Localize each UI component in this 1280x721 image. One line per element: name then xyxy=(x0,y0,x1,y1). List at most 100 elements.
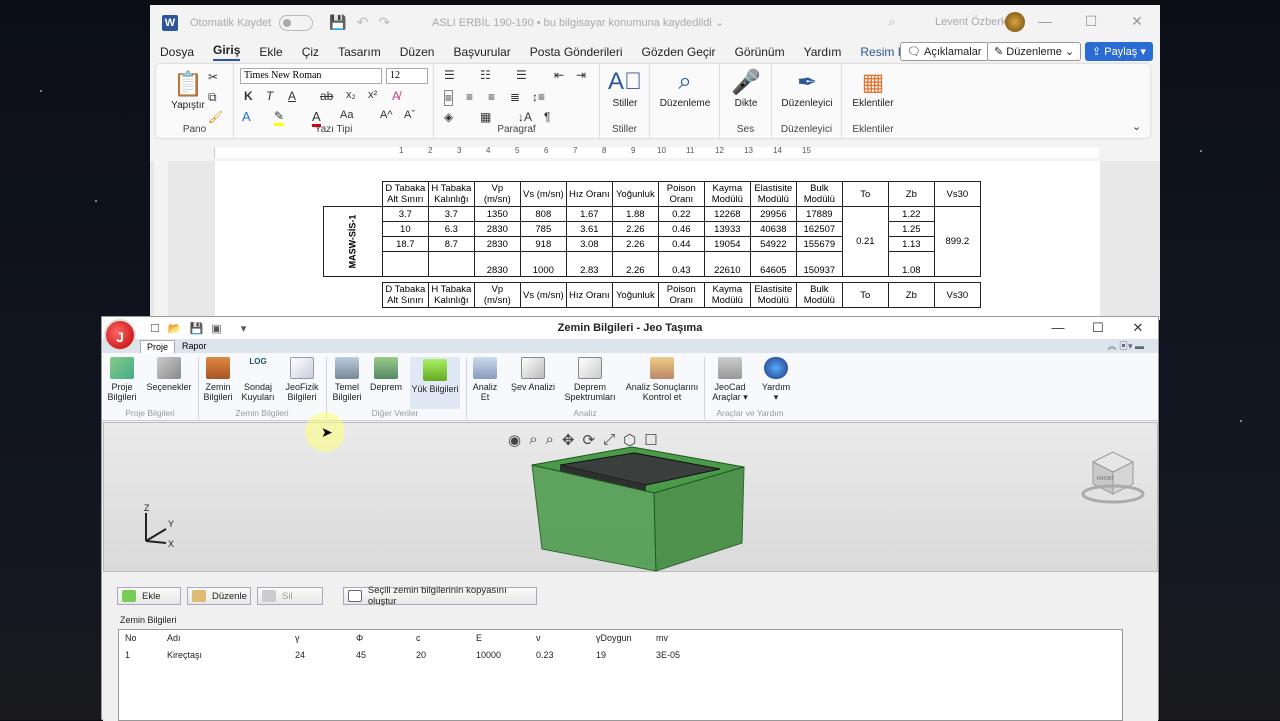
show-marks-icon[interactable]: ¶ xyxy=(544,110,550,124)
grid-col-header[interactable]: c xyxy=(416,633,421,643)
grid-col-header[interactable]: mv xyxy=(656,633,668,643)
menu-dosya[interactable]: Dosya xyxy=(160,45,194,59)
proje-bilgileri-button[interactable]: Proje Bilgileri xyxy=(106,357,138,402)
menu-giris[interactable]: Giriş xyxy=(213,43,241,61)
copy-icon[interactable]: ⧉ xyxy=(208,90,217,105)
justify-icon[interactable]: ≣ xyxy=(510,90,520,104)
menu-ekle[interactable]: Ekle xyxy=(259,45,282,59)
copy-soil-button[interactable]: Seçili zemin bilgilerinin kopyasını oluş… xyxy=(343,585,537,607)
search-icon[interactable]: ⌕ xyxy=(888,14,895,30)
numbering-icon[interactable]: ☷ xyxy=(480,68,491,82)
bold-icon[interactable]: K xyxy=(244,89,253,103)
styles-button[interactable]: A⃥ Stiller xyxy=(595,68,655,109)
temel-bilgileri-button[interactable]: Temel Bilgileri xyxy=(330,357,364,402)
editing-button[interactable]: ⌕ Düzenleme xyxy=(655,68,715,109)
shading-icon[interactable]: ◈ xyxy=(444,110,453,124)
align-right-icon[interactable]: ≡ xyxy=(488,90,495,104)
jeofizik-bilgileri-button[interactable]: JeoFizik Bilgileri xyxy=(282,357,322,402)
dictate-button[interactable]: 🎤 Dikte xyxy=(716,68,776,109)
menu-ciz[interactable]: Çiz xyxy=(302,45,319,59)
sondaj-kuyulari-button[interactable]: LOG Sondaj Kuyuları xyxy=(240,357,276,402)
line-spacing-icon[interactable]: ↕≡ xyxy=(532,90,545,104)
align-left-icon[interactable]: ≡ xyxy=(444,90,454,106)
document-page[interactable]: D Tabaka Alt Sınırı H Tabaka Kalınlığı V… xyxy=(215,161,1100,320)
subscript-icon[interactable]: x₂ xyxy=(346,89,356,101)
shrink-font-icon[interactable]: Aˇ xyxy=(404,109,415,121)
minimize-icon[interactable]: — xyxy=(1022,13,1068,30)
grid-col-header[interactable]: Adı xyxy=(167,633,181,643)
editing-mode-button[interactable]: ✎ Düzenleme ⌄ xyxy=(987,42,1082,61)
yuk-bilgileri-button[interactable]: Yük Bilgileri xyxy=(410,357,460,409)
menu-gozden-gecir[interactable]: Gözden Geçir xyxy=(642,45,716,59)
add-button[interactable]: Ekle xyxy=(117,587,181,605)
maximize-icon[interactable]: ☐ xyxy=(1078,320,1118,336)
increase-indent-icon[interactable]: ⇥ xyxy=(576,68,586,82)
menu-basvurular[interactable]: Başvurular xyxy=(453,45,510,59)
change-case-icon[interactable]: Aa xyxy=(340,109,353,121)
clear-format-icon[interactable]: A̸ xyxy=(392,89,400,103)
analiz-et-button[interactable]: Analiz Et xyxy=(470,357,500,402)
underline-icon[interactable]: A xyxy=(288,89,296,103)
grid-col-header[interactable]: γDoygun xyxy=(596,633,632,643)
close-icon[interactable]: ✕ xyxy=(1114,13,1160,30)
text-effects-icon[interactable]: A xyxy=(242,109,251,124)
table-cell: 6.3 xyxy=(427,221,475,237)
cut-icon[interactable]: ✂ xyxy=(208,70,218,84)
grow-font-icon[interactable]: A^ xyxy=(380,109,393,121)
zemin-bilgileri-button[interactable]: Zemin Bilgileri xyxy=(202,357,234,402)
grid-col-header[interactable]: No xyxy=(125,633,137,643)
menu-posta[interactable]: Posta Gönderileri xyxy=(530,45,623,59)
menu-yardim[interactable]: Yardım xyxy=(804,45,842,59)
grid-col-header[interactable]: ν xyxy=(536,633,541,643)
document-title[interactable]: ASLI ERBİL 190-190 • bu bilgisayar konum… xyxy=(432,16,724,29)
analiz-sonuclari-kontrol-button[interactable]: Analiz Sonuçlarını Kontrol et xyxy=(624,357,700,402)
menu-duzen[interactable]: Düzen xyxy=(400,45,435,59)
borders-icon[interactable]: ▦ xyxy=(480,110,491,124)
jeocad-araclar-button[interactable]: JeoCad Araçlar ▾ xyxy=(708,357,752,402)
align-center-icon[interactable]: ≡ xyxy=(466,90,473,104)
strikethrough-icon[interactable]: ab xyxy=(320,89,333,103)
grid-col-header[interactable]: E xyxy=(476,633,482,643)
deprem-spektrumlari-button[interactable]: Deprem Spektrumları xyxy=(562,357,618,402)
tab-rapor[interactable]: Rapor xyxy=(176,340,213,352)
editor-button[interactable]: ✒ Düzenleyici xyxy=(777,68,837,109)
ribbon-separator xyxy=(326,357,327,419)
yardim-button[interactable]: Yardım ▾ xyxy=(756,357,796,402)
user-name[interactable]: Levent Özberk xyxy=(935,16,1007,28)
autosave-toggle[interactable] xyxy=(279,14,314,31)
navigation-cube[interactable]: FRONT xyxy=(1081,448,1145,508)
minimize-icon[interactable]: — xyxy=(1038,320,1078,336)
italic-icon[interactable]: T xyxy=(266,89,273,103)
addins-button[interactable]: ▦ Eklentiler xyxy=(843,68,903,109)
secenekler-button[interactable]: Seçenekler xyxy=(144,357,194,392)
sort-icon[interactable]: ↓A xyxy=(518,110,532,124)
format-painter-icon[interactable]: 🖌 xyxy=(208,110,223,124)
sev-analizi-button[interactable]: Şev Analizi xyxy=(508,357,558,392)
close-icon[interactable]: ✕ xyxy=(1118,320,1158,336)
maximize-icon[interactable]: ☐ xyxy=(1068,13,1114,30)
table-row[interactable]: 1 Kireçtaşı 24 45 20 10000 0.23 19 3E-05 xyxy=(119,647,1122,663)
delete-button[interactable]: Sil xyxy=(257,587,323,605)
tab-proje[interactable]: Proje xyxy=(140,340,176,353)
decrease-indent-icon[interactable]: ⇤ xyxy=(554,68,564,82)
eye-icon[interactable]: ◉ xyxy=(508,431,521,449)
collapse-ribbon-icon[interactable]: ⌄ xyxy=(1132,120,1141,133)
grid-col-header[interactable]: Φ xyxy=(356,633,363,643)
menu-gorunum[interactable]: Görünüm xyxy=(735,45,785,59)
jeo-app-logo-icon[interactable]: J xyxy=(104,319,136,351)
find-icon: ⌕ xyxy=(678,68,692,95)
3d-viewport[interactable]: ◉ ⌕ ⌕ ✥ ⟳ ⤢ ⬡ ☐ FRONT Z Y X xyxy=(103,422,1158,572)
font-name-select[interactable]: Times New Roman xyxy=(240,68,382,84)
ribbon-options-icon[interactable]: ︽ ▣▾ ▬ xyxy=(1107,339,1144,352)
multilevel-list-icon[interactable]: ☰ xyxy=(516,68,527,82)
bullets-icon[interactable]: ☰ xyxy=(444,68,455,82)
menu-tasarim[interactable]: Tasarım xyxy=(338,45,381,59)
quick-access-icons[interactable]: 💾↶↷ xyxy=(329,14,400,31)
share-button[interactable]: ⇪ Paylaş ▾ xyxy=(1085,42,1153,61)
deprem-button[interactable]: Deprem xyxy=(368,357,404,392)
edit-button[interactable]: Düzenle xyxy=(187,587,251,605)
grid-col-header[interactable]: γ xyxy=(295,633,300,643)
superscript-icon[interactable]: x² xyxy=(368,89,377,101)
comments-button[interactable]: 🗨 Açıklamalar xyxy=(900,42,989,61)
font-size-select[interactable]: 12 xyxy=(386,68,428,84)
